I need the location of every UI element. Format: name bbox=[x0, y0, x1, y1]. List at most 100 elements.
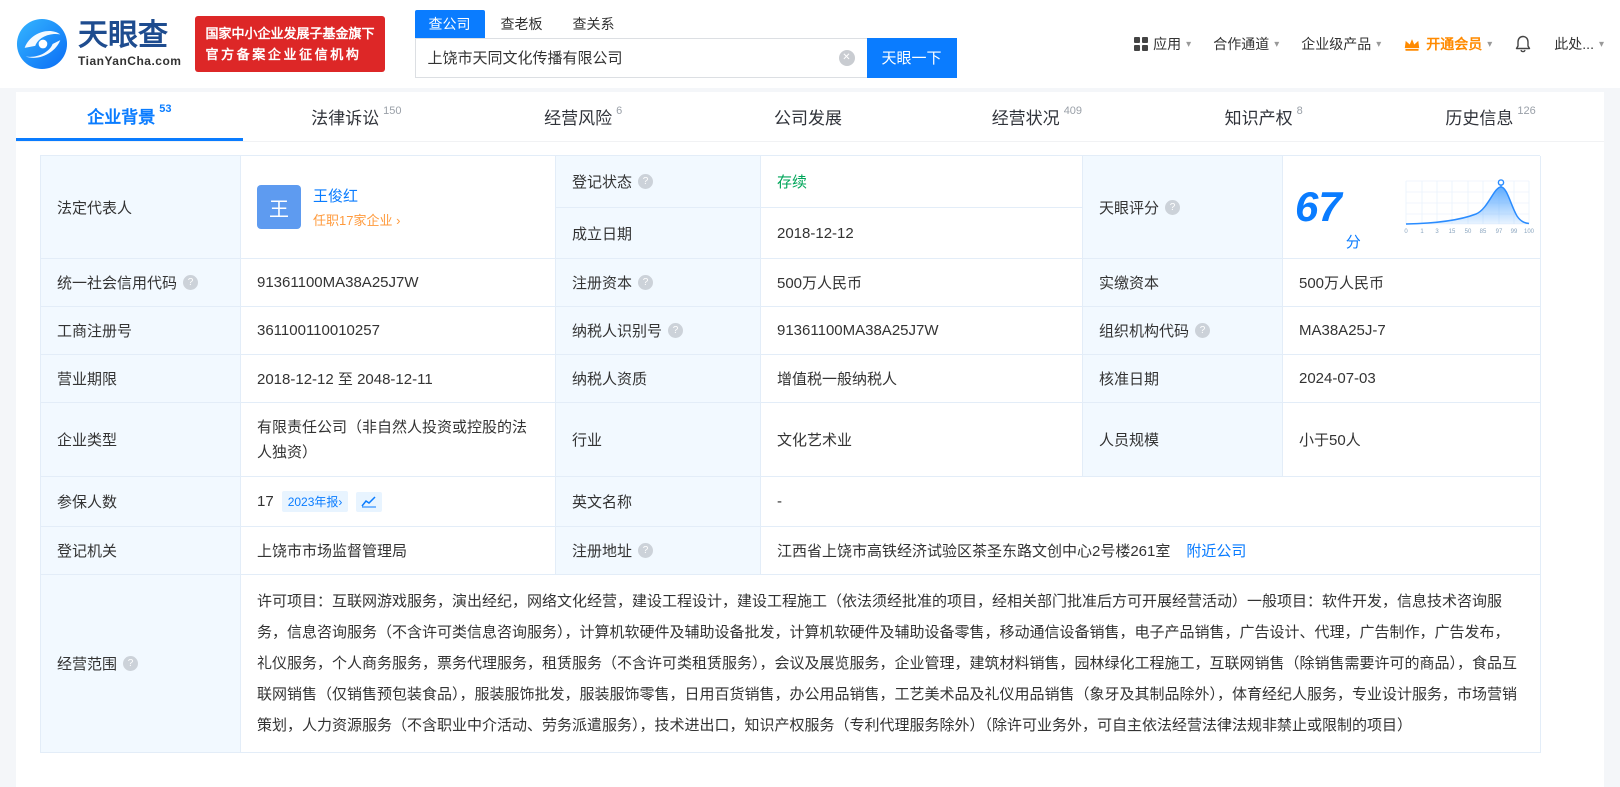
company-info-panel: 法定代表人 王 王俊红 任职17家企业 › 登记状态 ? 存续 成立日期 201… bbox=[16, 142, 1604, 787]
tab-label: 企业背景 bbox=[87, 103, 155, 128]
insured-trend-chart-button[interactable] bbox=[356, 492, 382, 512]
menu-apps[interactable]: 应用 ▾ bbox=[1134, 34, 1191, 54]
menu-account-label: 此处... bbox=[1554, 34, 1594, 54]
tianyancha-logo-icon bbox=[16, 18, 68, 70]
field-label-legal-representative: 法定代表人 bbox=[41, 156, 241, 259]
field-label-taxpayer-id: 纳税人识别号 ? bbox=[556, 307, 761, 355]
field-label-registration-authority: 登记机关 bbox=[41, 527, 241, 575]
tianyancha-logo[interactable]: 天眼查 TianYanCha.com bbox=[16, 18, 181, 70]
field-label-english-name: 英文名称 bbox=[556, 477, 761, 527]
menu-account[interactable]: 此处... ▾ bbox=[1554, 34, 1604, 54]
tab-company-development[interactable]: 公司发展 bbox=[697, 92, 924, 141]
tab-intellectual-property[interactable]: 知识产权 8 bbox=[1150, 92, 1377, 141]
field-value-paid-in-capital: 500万人民币 bbox=[1283, 259, 1541, 307]
field-value-approval-date: 2024-07-03 bbox=[1283, 355, 1541, 403]
tab-label: 知识产权 bbox=[1225, 104, 1293, 129]
help-icon[interactable]: ? bbox=[123, 656, 138, 671]
svg-text:15: 15 bbox=[1449, 229, 1456, 235]
legal-rep-link[interactable]: 王俊红 bbox=[313, 185, 400, 206]
field-label-organization-code: 组织机构代码 ? bbox=[1083, 307, 1283, 355]
search-tab-boss[interactable]: 查老板 bbox=[487, 10, 557, 38]
tab-label: 法律诉讼 bbox=[311, 104, 379, 129]
svg-text:3: 3 bbox=[1435, 229, 1439, 235]
field-value-english-name: - bbox=[761, 477, 1541, 527]
tab-label: 历史信息 bbox=[1445, 104, 1513, 129]
nearby-companies-link[interactable]: 附近公司 bbox=[1186, 540, 1246, 561]
field-value-establishment-date: 2018-12-12 bbox=[761, 208, 1083, 259]
crown-icon bbox=[1403, 37, 1421, 52]
field-value-staff-size: 小于50人 bbox=[1283, 403, 1541, 477]
top-menu: 应用 ▾ 合作通道 ▾ 企业级产品 ▾ 开通会员 ▾ 此处... bbox=[1134, 34, 1604, 54]
help-icon[interactable]: ? bbox=[1195, 323, 1210, 338]
chevron-down-icon: ▾ bbox=[1376, 39, 1381, 50]
field-label-registered-capital: 注册资本 ? bbox=[556, 259, 761, 307]
svg-text:100: 100 bbox=[1524, 229, 1534, 235]
tab-legal-proceedings[interactable]: 法律诉讼 150 bbox=[243, 92, 470, 141]
svg-text:99: 99 bbox=[1511, 229, 1518, 235]
help-icon[interactable]: ? bbox=[638, 543, 653, 558]
menu-cooperation[interactable]: 合作通道 ▾ bbox=[1213, 34, 1279, 54]
field-label-paid-in-capital: 实缴资本 bbox=[1083, 259, 1283, 307]
tab-company-background[interactable]: 企业背景 53 bbox=[16, 92, 243, 141]
score-value: 67 bbox=[1295, 186, 1342, 228]
logo-title: 天眼查 bbox=[78, 21, 181, 51]
tab-business-risk[interactable]: 经营风险 6 bbox=[470, 92, 697, 141]
chevron-down-icon: ▾ bbox=[1274, 39, 1279, 50]
search-input[interactable] bbox=[416, 49, 839, 66]
menu-vip[interactable]: 开通会员 ▾ bbox=[1403, 34, 1492, 54]
help-icon[interactable]: ? bbox=[183, 275, 198, 290]
field-label-tianyan-score: 天眼评分 ? bbox=[1083, 156, 1283, 259]
field-value-legal-representative: 王 王俊红 任职17家企业 › bbox=[241, 156, 556, 259]
tab-count: 53 bbox=[159, 103, 171, 115]
top-header: 天眼查 TianYanCha.com 国家中小企业发展子基金旗下 官方备案企业征… bbox=[0, 0, 1620, 88]
field-value-unified-credit-code: 91361100MA38A25J7W bbox=[241, 259, 556, 307]
tab-label: 经营状况 bbox=[992, 104, 1060, 129]
apps-grid-icon bbox=[1134, 37, 1148, 51]
search-block: 查公司 查老板 查关系 ✕ 天眼一下 bbox=[415, 11, 957, 78]
tab-count: 409 bbox=[1064, 105, 1082, 117]
search-input-wrap: ✕ bbox=[415, 38, 867, 78]
chevron-down-icon: ▾ bbox=[1186, 39, 1191, 50]
field-label-unified-credit-code: 统一社会信用代码 ? bbox=[41, 259, 241, 307]
search-tab-company[interactable]: 查公司 bbox=[415, 10, 485, 38]
svg-text:50: 50 bbox=[1465, 229, 1472, 235]
menu-vip-label: 开通会员 bbox=[1426, 34, 1482, 54]
field-value-taxpayer-id: 91361100MA38A25J7W bbox=[761, 307, 1083, 355]
tab-history-info[interactable]: 历史信息 126 bbox=[1377, 92, 1604, 141]
menu-enterprise-products[interactable]: 企业级产品 ▾ bbox=[1301, 34, 1381, 54]
search-tab-relation[interactable]: 查关系 bbox=[559, 10, 629, 38]
chevron-down-icon: ▾ bbox=[1599, 39, 1604, 50]
field-value-registered-capital: 500万人民币 bbox=[761, 259, 1083, 307]
tab-count: 8 bbox=[1297, 105, 1303, 117]
field-value-business-scope: 许可项目：互联网游戏服务，演出经纪，网络文化经营，建设工程设计，建设工程施工（依… bbox=[241, 575, 1541, 753]
badge-line2: 官方备案企业征信机构 bbox=[205, 44, 374, 65]
score-curve-chart: 01 315 5085 9799 100 bbox=[1402, 178, 1534, 236]
clear-search-icon[interactable]: ✕ bbox=[839, 50, 855, 66]
notification-bell-icon[interactable] bbox=[1514, 34, 1532, 54]
tab-operating-status[interactable]: 经营状况 409 bbox=[923, 92, 1150, 141]
help-icon[interactable]: ? bbox=[668, 323, 683, 338]
menu-enterprise-label: 企业级产品 bbox=[1301, 34, 1371, 54]
field-label-industry: 行业 bbox=[556, 403, 761, 477]
search-button[interactable]: 天眼一下 bbox=[867, 38, 957, 78]
positions-link[interactable]: 任职17家企业 › bbox=[313, 210, 400, 229]
chevron-down-icon: ▾ bbox=[1487, 39, 1492, 50]
help-icon[interactable]: ? bbox=[638, 174, 653, 189]
field-label-business-term: 营业期限 bbox=[41, 355, 241, 403]
certification-badge: 国家中小企业发展子基金旗下 官方备案企业征信机构 bbox=[195, 16, 384, 72]
menu-apps-label: 应用 bbox=[1153, 34, 1181, 54]
field-label-company-type: 企业类型 bbox=[41, 403, 241, 477]
field-value-registration-authority: 上饶市市场监督管理局 bbox=[241, 527, 556, 575]
annual-report-tag[interactable]: 2023年报› bbox=[282, 491, 349, 512]
menu-cooperation-label: 合作通道 bbox=[1213, 34, 1269, 54]
field-label-taxpayer-qualification: 纳税人资质 bbox=[556, 355, 761, 403]
tab-count: 6 bbox=[616, 105, 622, 117]
svg-text:1: 1 bbox=[1420, 229, 1424, 235]
help-icon[interactable]: ? bbox=[638, 275, 653, 290]
svg-text:85: 85 bbox=[1480, 229, 1487, 235]
avatar[interactable]: 王 bbox=[257, 185, 301, 229]
field-value-company-type: 有限责任公司（非自然人投资或控股的法人独资） bbox=[241, 403, 556, 477]
help-icon[interactable]: ? bbox=[1165, 200, 1180, 215]
field-value-registration-status: 存续 bbox=[761, 156, 1083, 208]
field-label-establishment-date: 成立日期 bbox=[556, 208, 761, 259]
